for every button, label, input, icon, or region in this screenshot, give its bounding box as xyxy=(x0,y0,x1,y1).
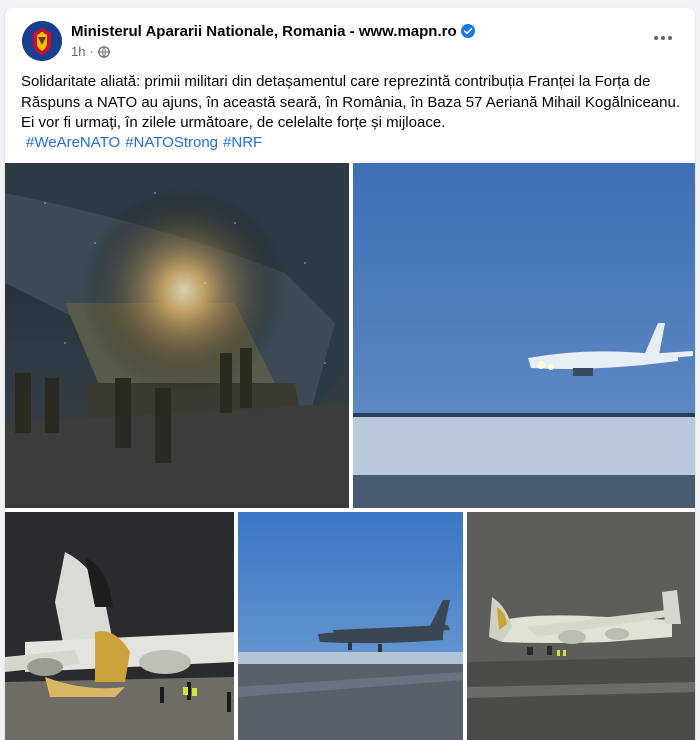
meta-separator: · xyxy=(89,44,94,59)
more-options-icon[interactable] xyxy=(651,26,675,50)
parked-cargo-aircraft-photo[interactable] xyxy=(467,512,695,740)
post-text-line: Ei vor fi urmați, în zilele următoare, d… xyxy=(21,114,446,131)
post-meta: 1h · xyxy=(71,44,110,59)
page-name-text[interactable]: Ministerul Apararii Nationale, Romania -… xyxy=(71,23,457,40)
hashtag-list: #WeAreNATO #NATOStrong #NRF xyxy=(26,133,267,153)
aircraft-landing-photo[interactable] xyxy=(353,163,695,508)
c130-landing-photo[interactable] xyxy=(238,512,463,740)
hashtag-link[interactable]: #WeAreNATO xyxy=(26,134,120,151)
page-name[interactable]: Ministerul Apararii Nationale, Romania -… xyxy=(71,23,475,40)
verified-badge-icon xyxy=(460,24,475,38)
post-text-line: Solidaritate aliată: primii militari din… xyxy=(21,73,651,90)
photo-grid xyxy=(5,163,695,740)
hashtag-link[interactable]: #NRF xyxy=(223,134,262,151)
page-avatar[interactable] xyxy=(22,21,62,61)
post-header: Ministerul Apararii Nationale, Romania -… xyxy=(5,8,695,68)
troops-boarding-aircraft-photo[interactable] xyxy=(5,163,349,508)
globe-icon[interactable] xyxy=(98,45,110,58)
post-body: Solidaritate aliată: primii militari din… xyxy=(21,72,686,134)
post-text-line: Răspuns a NATO au ajuns, în această sear… xyxy=(21,93,681,111)
post-card: Ministerul Apararii Nationale, Romania -… xyxy=(5,8,695,740)
hashtag-link[interactable]: #NATOStrong xyxy=(125,134,218,151)
post-timestamp[interactable]: 1h xyxy=(71,44,85,59)
coat-of-arms-icon xyxy=(22,21,62,61)
open-nose-aircraft-photo[interactable] xyxy=(5,512,234,740)
